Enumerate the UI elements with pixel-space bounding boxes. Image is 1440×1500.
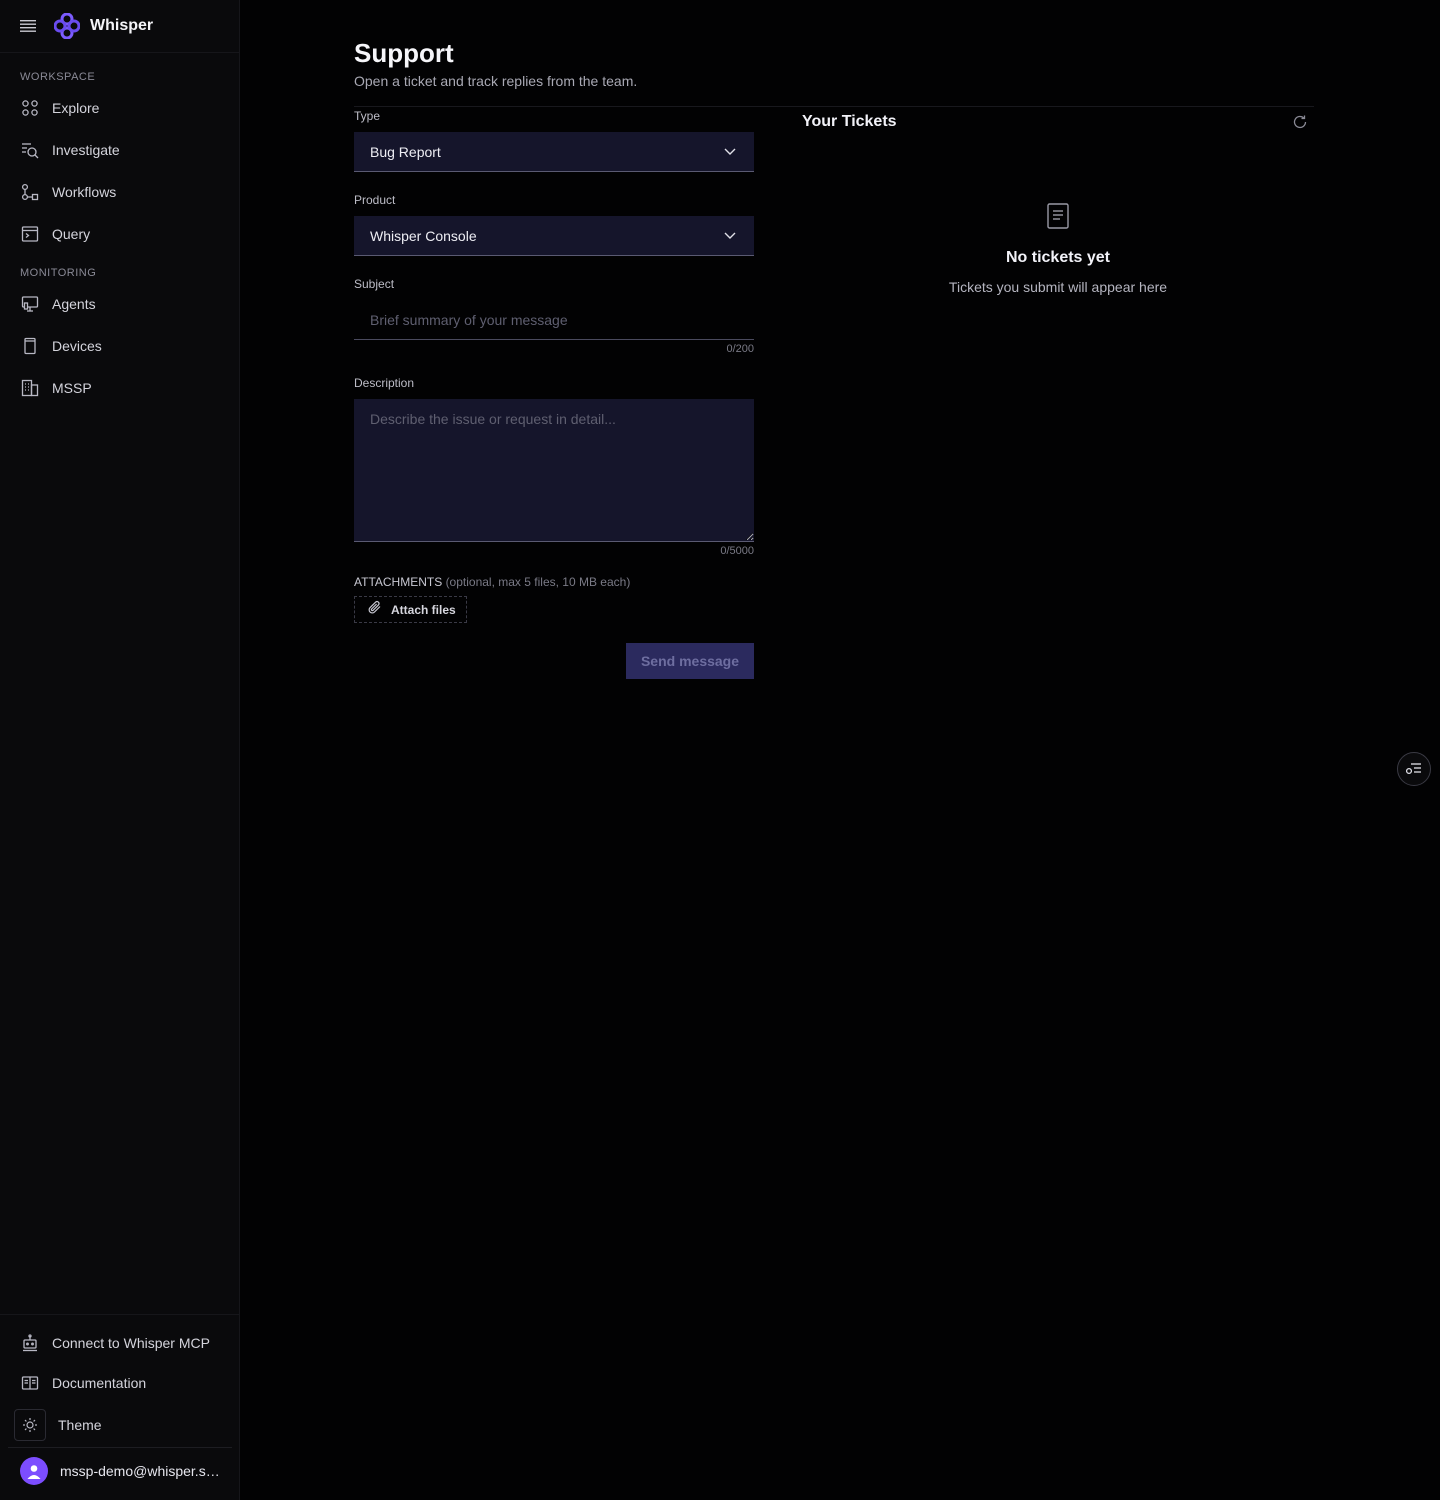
user-menu[interactable]: mssp-demo@whisper.sec... (8, 1447, 232, 1493)
attachments-hint: (optional, max 5 files, 10 MB each) (445, 575, 631, 589)
sidebar: Whisper WORKSPACE Explore Investigate Wo… (0, 0, 240, 1500)
sidebar-header: Whisper (0, 0, 239, 53)
attachments-label: ATTACHMENTS (optional, max 5 files, 10 M… (354, 575, 630, 589)
section-label-workspace: WORKSPACE (20, 71, 96, 83)
app-name[interactable]: Whisper (90, 17, 153, 35)
product-select-value: Whisper Console (370, 227, 477, 244)
mssp-icon (20, 378, 40, 398)
query-icon (20, 224, 40, 244)
product-label: Product (354, 193, 396, 207)
document-icon (1047, 203, 1069, 229)
sidebar-item-label: Devices (52, 338, 102, 354)
attach-files-button[interactable]: Attach files (354, 596, 467, 623)
page-subtitle: Open a ticket and track replies from the… (354, 73, 638, 89)
product-select[interactable]: Whisper Console (354, 216, 754, 256)
agents-icon (20, 294, 40, 314)
type-select-value: Bug Report (370, 143, 441, 160)
sidebar-item-connect-mcp[interactable]: Connect to Whisper MCP (0, 1325, 239, 1361)
subject-char-counter: 0/200 (726, 343, 754, 355)
description-label: Description (354, 376, 415, 390)
sidebar-item-workflows[interactable]: Workflows (0, 174, 239, 210)
attach-files-label: Attach files (391, 602, 456, 617)
sidebar-item-label: Theme (58, 1417, 102, 1433)
sidebar-item-label: Documentation (52, 1375, 147, 1391)
sidebar-item-label: Workflows (52, 184, 117, 200)
sidebar-item-label: MSSP (52, 380, 92, 396)
sidebar-item-investigate[interactable]: Investigate (0, 132, 239, 168)
sidebar-item-label: Explore (52, 100, 100, 116)
whisper-logo-icon[interactable] (54, 13, 80, 39)
empty-state-subtitle: Tickets you submit will appear here (948, 279, 1168, 295)
subject-input[interactable] (354, 300, 754, 340)
description-char-counter: 0/5000 (720, 545, 754, 557)
sidebar-item-query[interactable]: Query (0, 216, 239, 252)
send-message-button[interactable]: Send message (626, 643, 754, 679)
sidebar-item-mssp[interactable]: MSSP (0, 370, 239, 406)
type-label: Type (354, 109, 381, 123)
chevron-down-icon (722, 228, 738, 244)
workflows-icon (20, 182, 40, 202)
chevron-down-icon (722, 144, 738, 160)
devices-icon (20, 336, 40, 356)
sidebar-item-agents[interactable]: Agents (0, 286, 239, 322)
description-textarea[interactable] (354, 399, 754, 542)
empty-state-title: No tickets yet (1005, 249, 1111, 266)
avatar (20, 1456, 48, 1485)
refresh-icon[interactable] (1290, 112, 1310, 132)
section-label-monitoring: MONITORING (20, 267, 97, 279)
sidebar-item-label: Query (52, 226, 91, 242)
subject-label: Subject (354, 277, 395, 291)
header-divider (354, 106, 1314, 107)
user-email: mssp-demo@whisper.sec... (60, 1462, 222, 1479)
sidebar-item-theme[interactable]: Theme (0, 1407, 239, 1443)
explore-icon (20, 98, 40, 118)
sun-icon (14, 1409, 46, 1441)
sidebar-item-explore[interactable]: Explore (0, 90, 239, 126)
attachments-title: ATTACHMENTS (354, 575, 443, 589)
sidebar-item-devices[interactable]: Devices (0, 328, 239, 364)
sidebar-footer-divider (0, 1314, 239, 1315)
paperclip-icon (367, 599, 383, 620)
sidebar-item-label: Agents (52, 296, 96, 312)
sidebar-item-label: Connect to Whisper MCP (52, 1335, 210, 1351)
floating-action-icon[interactable] (1397, 752, 1431, 786)
sidebar-item-documentation[interactable]: Documentation (0, 1365, 239, 1401)
tickets-title: Your Tickets (802, 113, 897, 130)
page-title: Support (354, 38, 454, 68)
sidebar-item-label: Investigate (52, 142, 120, 158)
robot-icon (20, 1333, 40, 1353)
type-select[interactable]: Bug Report (354, 132, 754, 172)
book-icon (20, 1373, 40, 1393)
investigate-icon (20, 140, 40, 160)
menu-icon[interactable] (18, 16, 38, 36)
